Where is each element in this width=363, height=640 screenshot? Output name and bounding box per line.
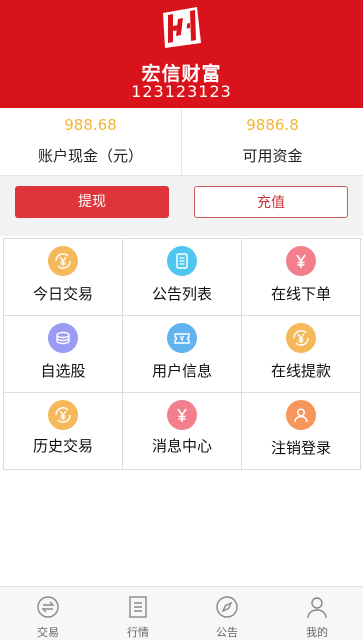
menu-user-info[interactable]: 用户信息 bbox=[123, 316, 242, 393]
menu-label: 在线下单 bbox=[270, 285, 331, 303]
menu-label: 自选股 bbox=[40, 362, 86, 380]
tab-trade[interactable]: 交易 bbox=[3, 587, 93, 640]
cash-amount: 988.68 bbox=[64, 116, 117, 134]
available-label: 可用资金 bbox=[242, 147, 303, 165]
recharge-button[interactable]: 充值 bbox=[194, 186, 348, 218]
menu-grid: 今日交易 公告列表 在线下单 自选股 用户信息 在线提款 历史交易 消息中心 注… bbox=[3, 238, 362, 470]
menu-trade-history[interactable]: 历史交易 bbox=[4, 393, 123, 470]
yen-icon bbox=[167, 400, 197, 430]
tab-label: 交易 bbox=[37, 626, 59, 639]
tab-announcements[interactable]: 公告 bbox=[182, 587, 272, 640]
user-icon bbox=[286, 400, 316, 430]
available-amount: 9886.8 bbox=[246, 116, 299, 134]
header: 宏信财富 123123123 bbox=[0, 0, 363, 108]
yen-refresh-icon bbox=[286, 323, 316, 353]
compass-icon bbox=[216, 596, 238, 618]
tab-label: 我的 bbox=[306, 626, 328, 639]
menu-label: 注销登录 bbox=[270, 439, 331, 457]
yen-refresh-icon bbox=[48, 400, 78, 430]
action-bar: 提现 充值 bbox=[0, 176, 363, 236]
menu-logout[interactable]: 注销登录 bbox=[242, 393, 361, 470]
menu-label: 消息中心 bbox=[151, 437, 212, 455]
user-id: 123123123 bbox=[131, 82, 232, 101]
menu-label: 历史交易 bbox=[32, 437, 93, 455]
menu-message-center[interactable]: 消息中心 bbox=[123, 393, 242, 470]
withdraw-button[interactable]: 提现 bbox=[15, 186, 169, 218]
balance-panel: 988.68 账户现金（元） 9886.8 可用资金 bbox=[0, 108, 363, 176]
menu-label: 用户信息 bbox=[151, 362, 212, 380]
document-icon bbox=[167, 246, 197, 276]
yen-refresh-icon bbox=[48, 246, 78, 276]
list-icon bbox=[129, 596, 147, 618]
exchange-icon bbox=[37, 596, 59, 618]
person-icon bbox=[307, 597, 327, 619]
coins-icon bbox=[48, 323, 78, 353]
tab-label: 公告 bbox=[216, 626, 238, 639]
available-balance: 9886.8 可用资金 bbox=[182, 108, 363, 175]
tab-bar: 交易 行情 公告 我的 bbox=[0, 586, 363, 640]
menu-watchlist[interactable]: 自选股 bbox=[4, 316, 123, 393]
tab-mine[interactable]: 我的 bbox=[272, 587, 362, 640]
menu-announcements[interactable]: 公告列表 bbox=[123, 239, 242, 316]
menu-label: 在线提款 bbox=[270, 362, 331, 380]
cash-balance: 988.68 账户现金（元） bbox=[0, 108, 182, 175]
menu-place-order[interactable]: 在线下单 bbox=[242, 239, 361, 316]
menu-label: 今日交易 bbox=[32, 285, 93, 303]
ticket-icon bbox=[167, 323, 197, 353]
menu-today-trades[interactable]: 今日交易 bbox=[4, 239, 123, 316]
tab-market[interactable]: 行情 bbox=[93, 587, 183, 640]
logo-icon bbox=[163, 7, 201, 48]
tab-label: 行情 bbox=[127, 626, 149, 639]
cash-label: 账户现金（元） bbox=[37, 147, 143, 165]
menu-withdraw-online[interactable]: 在线提款 bbox=[242, 316, 361, 393]
yen-icon bbox=[286, 246, 316, 276]
menu-label: 公告列表 bbox=[151, 285, 212, 303]
